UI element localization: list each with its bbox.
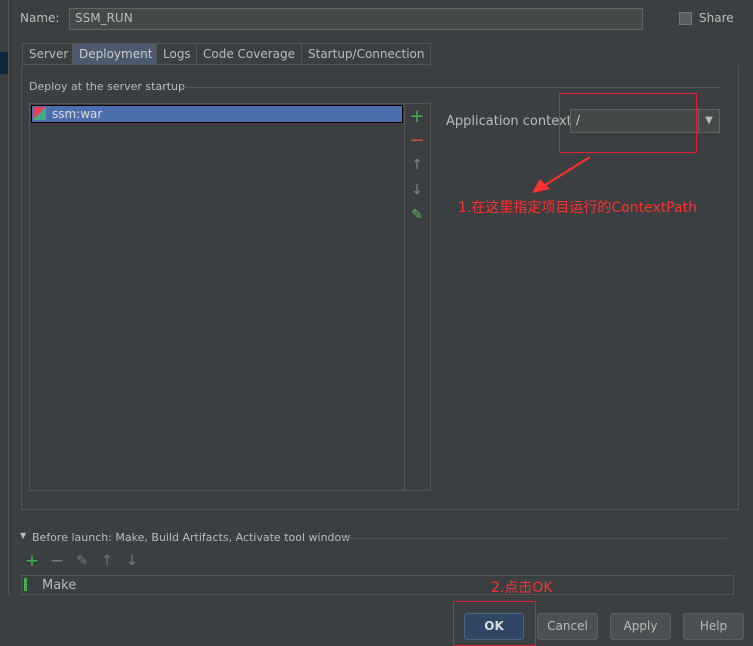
edit-icon[interactable]: ✎ bbox=[409, 207, 425, 223]
share-label: Share bbox=[699, 11, 734, 25]
deploy-section-title: Deploy at the server startup bbox=[29, 80, 186, 93]
chevron-down-icon[interactable]: ▼ bbox=[698, 110, 719, 132]
add-icon[interactable]: + bbox=[24, 551, 40, 571]
tab-deployment[interactable]: Deployment bbox=[72, 43, 160, 65]
help-button[interactable]: Help bbox=[683, 613, 744, 640]
tab-code-coverage[interactable]: Code Coverage bbox=[196, 43, 303, 65]
annotation-click-ok: 2.点击OK bbox=[491, 580, 553, 596]
tab-startup-connection[interactable]: Startup/Connection bbox=[301, 43, 432, 65]
remove-icon[interactable]: − bbox=[49, 551, 65, 571]
apply-button[interactable]: Apply bbox=[610, 613, 671, 640]
application-context-label: Application context: bbox=[446, 114, 577, 129]
annotation-arrow bbox=[532, 156, 591, 193]
before-launch-title[interactable]: Before launch: Make, Build Artifacts, Ac… bbox=[32, 531, 350, 544]
divider bbox=[343, 538, 726, 539]
artifact-icon bbox=[33, 107, 46, 120]
collapse-triangle-icon[interactable]: ▼ bbox=[20, 531, 26, 540]
remove-icon[interactable]: − bbox=[409, 130, 425, 151]
annotation-box-context bbox=[559, 93, 697, 153]
make-icon bbox=[24, 578, 27, 591]
share-checkbox[interactable] bbox=[679, 12, 692, 25]
annotation-context-path: 1.在这里指定项目运行的ContextPath bbox=[458, 200, 697, 216]
ok-button[interactable]: OK bbox=[464, 613, 524, 640]
arrow-up-icon[interactable]: ↑ bbox=[409, 157, 425, 173]
name-input[interactable]: SSM_RUN bbox=[69, 8, 643, 30]
before-launch-list[interactable] bbox=[21, 575, 734, 595]
divider bbox=[180, 87, 720, 88]
list-item[interactable]: ssm:war bbox=[31, 105, 403, 123]
list-item[interactable]: Make bbox=[42, 578, 76, 593]
tab-server[interactable]: Server bbox=[22, 43, 76, 65]
arrow-down-icon[interactable]: ↓ bbox=[124, 553, 140, 569]
config-tree-selection bbox=[0, 52, 8, 74]
tab-logs[interactable]: Logs bbox=[156, 43, 198, 65]
add-icon[interactable]: + bbox=[409, 106, 425, 127]
config-tree-pane[interactable] bbox=[0, 0, 9, 595]
arrow-up-icon[interactable]: ↑ bbox=[99, 553, 115, 569]
cancel-button[interactable]: Cancel bbox=[537, 613, 598, 640]
edit-icon[interactable]: ✎ bbox=[74, 553, 90, 569]
deploy-list[interactable] bbox=[29, 103, 431, 491]
arrow-down-icon[interactable]: ↓ bbox=[409, 182, 425, 198]
name-label: Name: bbox=[20, 11, 60, 25]
